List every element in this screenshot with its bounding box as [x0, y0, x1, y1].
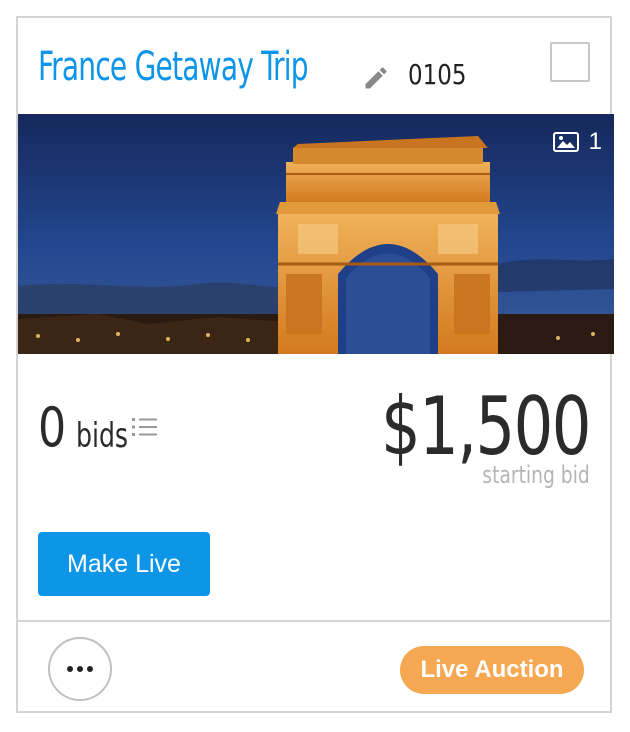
- ellipsis-icon: [65, 666, 95, 672]
- image-icon: [552, 132, 579, 152]
- bids-label: bids: [76, 416, 129, 456]
- photo-count-value: 1: [588, 128, 602, 155]
- item-title[interactable]: France Getaway Trip: [38, 44, 309, 90]
- price-caption: starting bid: [482, 461, 590, 489]
- pencil-icon[interactable]: [362, 64, 390, 92]
- select-checkbox[interactable]: [550, 42, 590, 82]
- photo-count[interactable]: 1: [552, 128, 602, 156]
- arc-de-triomphe-image: [18, 114, 614, 354]
- make-live-button[interactable]: Make Live: [38, 532, 210, 596]
- footer-divider: [18, 620, 610, 622]
- item-photo[interactable]: 1: [18, 114, 614, 354]
- more-options-button[interactable]: [48, 637, 112, 701]
- status-badge: Live Auction: [400, 646, 584, 694]
- list-icon[interactable]: [132, 416, 158, 438]
- bids-count: 0: [38, 396, 67, 459]
- card-header: France Getaway Trip 0105: [18, 18, 610, 114]
- starting-price: $1,500: [381, 380, 592, 473]
- item-number: 0105: [408, 58, 467, 91]
- auction-item-card: France Getaway Trip 0105 1 0 bids $1,500…: [16, 16, 614, 713]
